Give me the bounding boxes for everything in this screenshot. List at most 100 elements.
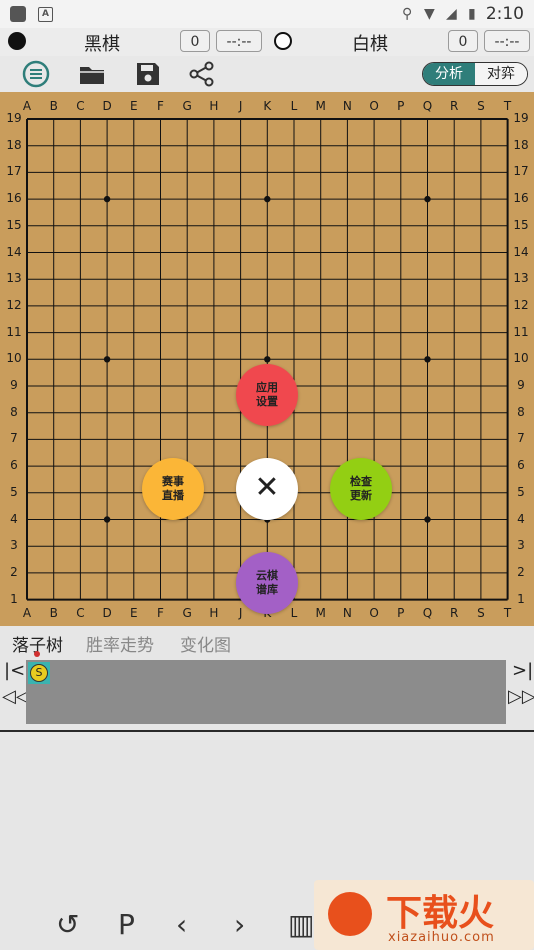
row-label-right: 6	[517, 458, 525, 473]
column-label-bottom: S	[477, 606, 485, 620]
black-captures: 0	[180, 30, 210, 52]
column-label-bottom: P	[397, 606, 405, 620]
column-label-bottom: O	[369, 606, 379, 620]
row-label-left: 19	[6, 111, 22, 125]
row-label-right: 10	[513, 351, 529, 366]
star-point	[103, 195, 111, 203]
check-update-button[interactable]: 检查 更新	[330, 458, 392, 520]
column-label-top: M	[315, 99, 326, 113]
row-label-right: 4	[517, 511, 525, 526]
star-point	[264, 356, 271, 363]
star-point	[103, 356, 111, 363]
fast-forward-icon[interactable]: ▷▷	[508, 686, 534, 707]
cloud-library-button[interactable]: 云棋 谱库	[236, 552, 298, 614]
row-label-right: 18	[513, 137, 529, 152]
column-label-top: E	[130, 99, 138, 113]
undo-icon[interactable]: ↺	[56, 908, 79, 941]
column-label-bottom: C	[76, 606, 85, 620]
app-notification-icon	[10, 6, 26, 22]
row-label-left: 15	[6, 217, 22, 232]
white-stone-icon	[274, 32, 292, 50]
star-point	[424, 516, 431, 523]
flame-logo-icon	[328, 892, 372, 936]
watermark-badge: 下载火 xiazaihuo.com	[314, 880, 534, 950]
chart-icon[interactable]: ▥	[288, 908, 314, 941]
go-board[interactable]: AABBCCDDEEFFGGHHJJKKLLMMNNOOPPQQRRSSTT19…	[0, 92, 534, 626]
column-label-bottom: B	[49, 606, 58, 620]
watermark-url: xiazaihuo.com	[388, 930, 495, 945]
column-label-bottom: H	[209, 606, 219, 620]
column-label-bottom: M	[315, 606, 326, 620]
move-tree-canvas[interactable]: S	[26, 660, 506, 724]
folder-icon[interactable]	[78, 60, 106, 88]
column-label-top: J	[238, 99, 243, 113]
menu-icon[interactable]	[22, 60, 50, 88]
column-label-bottom: R	[450, 606, 459, 620]
column-label-bottom: J	[238, 606, 243, 620]
row-label-right: 14	[513, 244, 529, 259]
notification-a-icon: A	[38, 7, 53, 22]
panel-divider[interactable]	[0, 730, 534, 732]
row-label-left: 8	[10, 404, 18, 419]
column-label-top: R	[450, 99, 459, 113]
column-label-bottom: A	[22, 606, 32, 620]
last-move-icon[interactable]: >|	[512, 660, 533, 681]
column-label-top: P	[397, 99, 405, 113]
start-node[interactable]: S	[30, 664, 48, 682]
star-point	[424, 195, 431, 203]
black-stone-icon	[8, 32, 26, 50]
column-label-bottom: L	[290, 606, 298, 620]
mode-analysis-button[interactable]: 分析	[423, 63, 475, 85]
active-tab-indicator	[34, 651, 40, 657]
first-move-icon[interactable]: |<	[4, 660, 25, 681]
row-label-right: 17	[513, 164, 529, 179]
app-settings-button[interactable]: 应用 设置	[236, 364, 298, 426]
mode-switch: 分析 对弈	[422, 62, 528, 86]
row-label-left: 17	[6, 164, 22, 179]
star-point	[103, 516, 111, 523]
row-label-left: 18	[6, 137, 22, 152]
row-label-left: 6	[10, 458, 18, 473]
status-bar: A ⚲ ▼ ◢ ▮ 2:10	[0, 0, 534, 28]
row-label-right: 15	[513, 217, 529, 232]
column-label-bottom: E	[130, 606, 138, 620]
column-label-bottom: N	[342, 606, 352, 620]
star-point	[424, 356, 431, 363]
player-bar: 黑棋 0 --:-- 白棋 0 --:--	[0, 28, 534, 56]
white-player-label: 白棋	[352, 34, 388, 55]
tab-variation[interactable]: 变化图	[180, 631, 231, 656]
column-label-top: F	[157, 99, 164, 113]
column-label-bottom: D	[102, 606, 112, 620]
row-label-left: 3	[10, 538, 18, 553]
live-events-button[interactable]: 赛事 直播	[142, 458, 204, 520]
toolbar: 分析 对弈	[0, 56, 534, 92]
row-label-left: 4	[10, 511, 18, 526]
next-icon[interactable]: ›	[234, 908, 245, 941]
row-label-right: 1	[517, 591, 525, 606]
row-label-right: 16	[513, 191, 529, 206]
column-label-top: O	[369, 99, 379, 113]
analysis-tabs: 落子树 胜率走势 变化图	[0, 626, 534, 658]
mode-battle-button[interactable]: 对弈	[475, 63, 527, 85]
close-menu-button[interactable]: ✕	[236, 458, 298, 520]
signal-icon: ◢	[446, 6, 457, 22]
save-icon[interactable]	[134, 60, 162, 88]
column-label-top: S	[477, 99, 485, 113]
row-label-left: 13	[6, 271, 22, 286]
column-label-top: Q	[422, 99, 433, 113]
clock: 2:10	[485, 4, 524, 24]
prev-icon[interactable]: ‹	[176, 908, 187, 941]
column-label-top: C	[76, 99, 85, 113]
row-label-right: 2	[517, 564, 525, 579]
pass-button[interactable]: P	[118, 908, 135, 941]
row-label-left: 12	[6, 297, 22, 312]
row-label-left: 11	[6, 324, 22, 339]
row-label-left: 1	[10, 591, 18, 606]
column-label-top: D	[102, 99, 112, 113]
row-label-right: 11	[513, 324, 529, 339]
row-label-left: 14	[6, 244, 22, 259]
share-icon[interactable]	[188, 60, 216, 88]
tab-winrate[interactable]: 胜率走势	[86, 631, 154, 656]
row-label-right: 3	[517, 538, 525, 553]
column-label-top: L	[290, 99, 298, 113]
